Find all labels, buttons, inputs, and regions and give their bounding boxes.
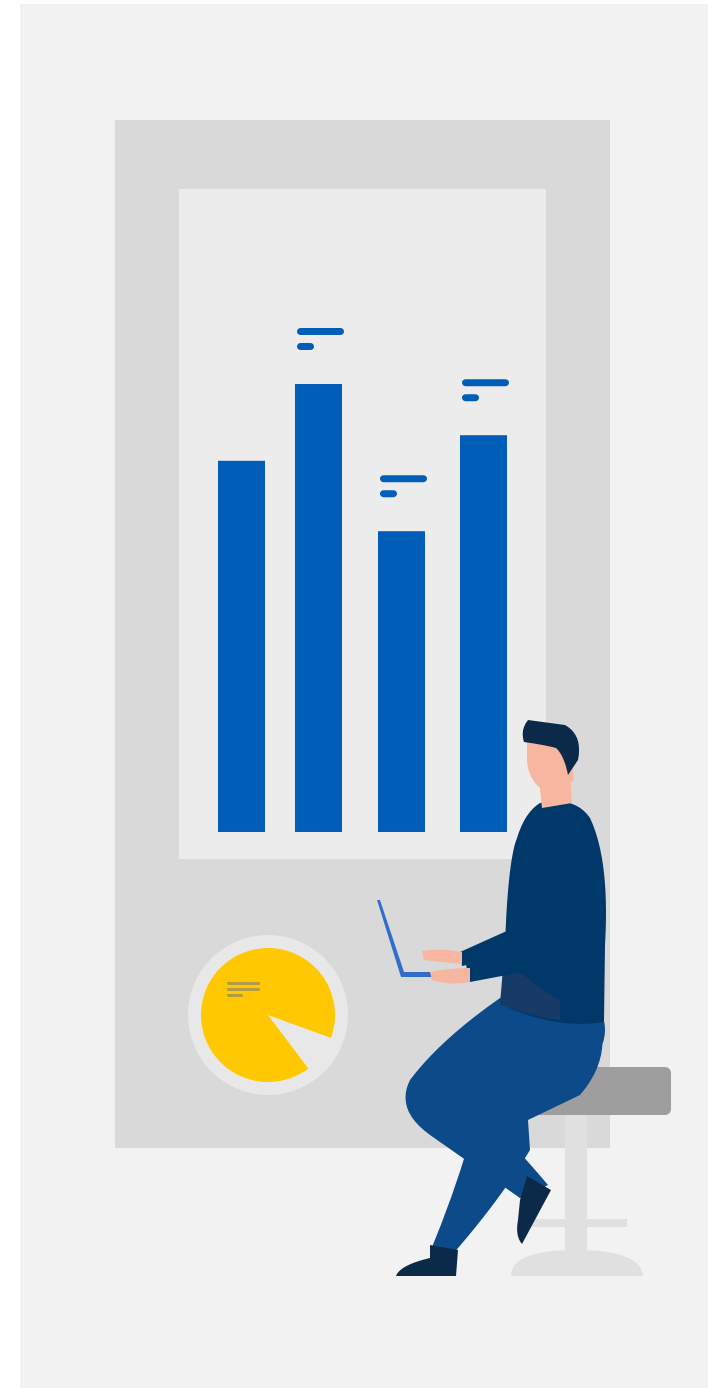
bar-label-line <box>380 475 427 483</box>
pie-label-line <box>227 994 243 997</box>
bar-label-line <box>462 394 479 402</box>
bar-label-line <box>380 490 397 498</box>
chart-bar <box>218 460 265 832</box>
chart-bar <box>378 531 425 832</box>
chart-bar <box>460 435 507 832</box>
bar-label-line <box>297 328 344 335</box>
bar-label-line <box>297 343 314 350</box>
stool-footrest <box>520 1219 627 1227</box>
pie-chart-icon <box>188 935 348 1095</box>
stool-leg <box>565 1112 587 1258</box>
pie-label-line <box>227 982 260 985</box>
chart-bar <box>295 384 342 832</box>
bar-label-line <box>462 379 509 387</box>
illustration <box>0 0 708 1388</box>
analytics-illustration <box>20 4 708 1388</box>
pie-label-line <box>227 988 260 991</box>
